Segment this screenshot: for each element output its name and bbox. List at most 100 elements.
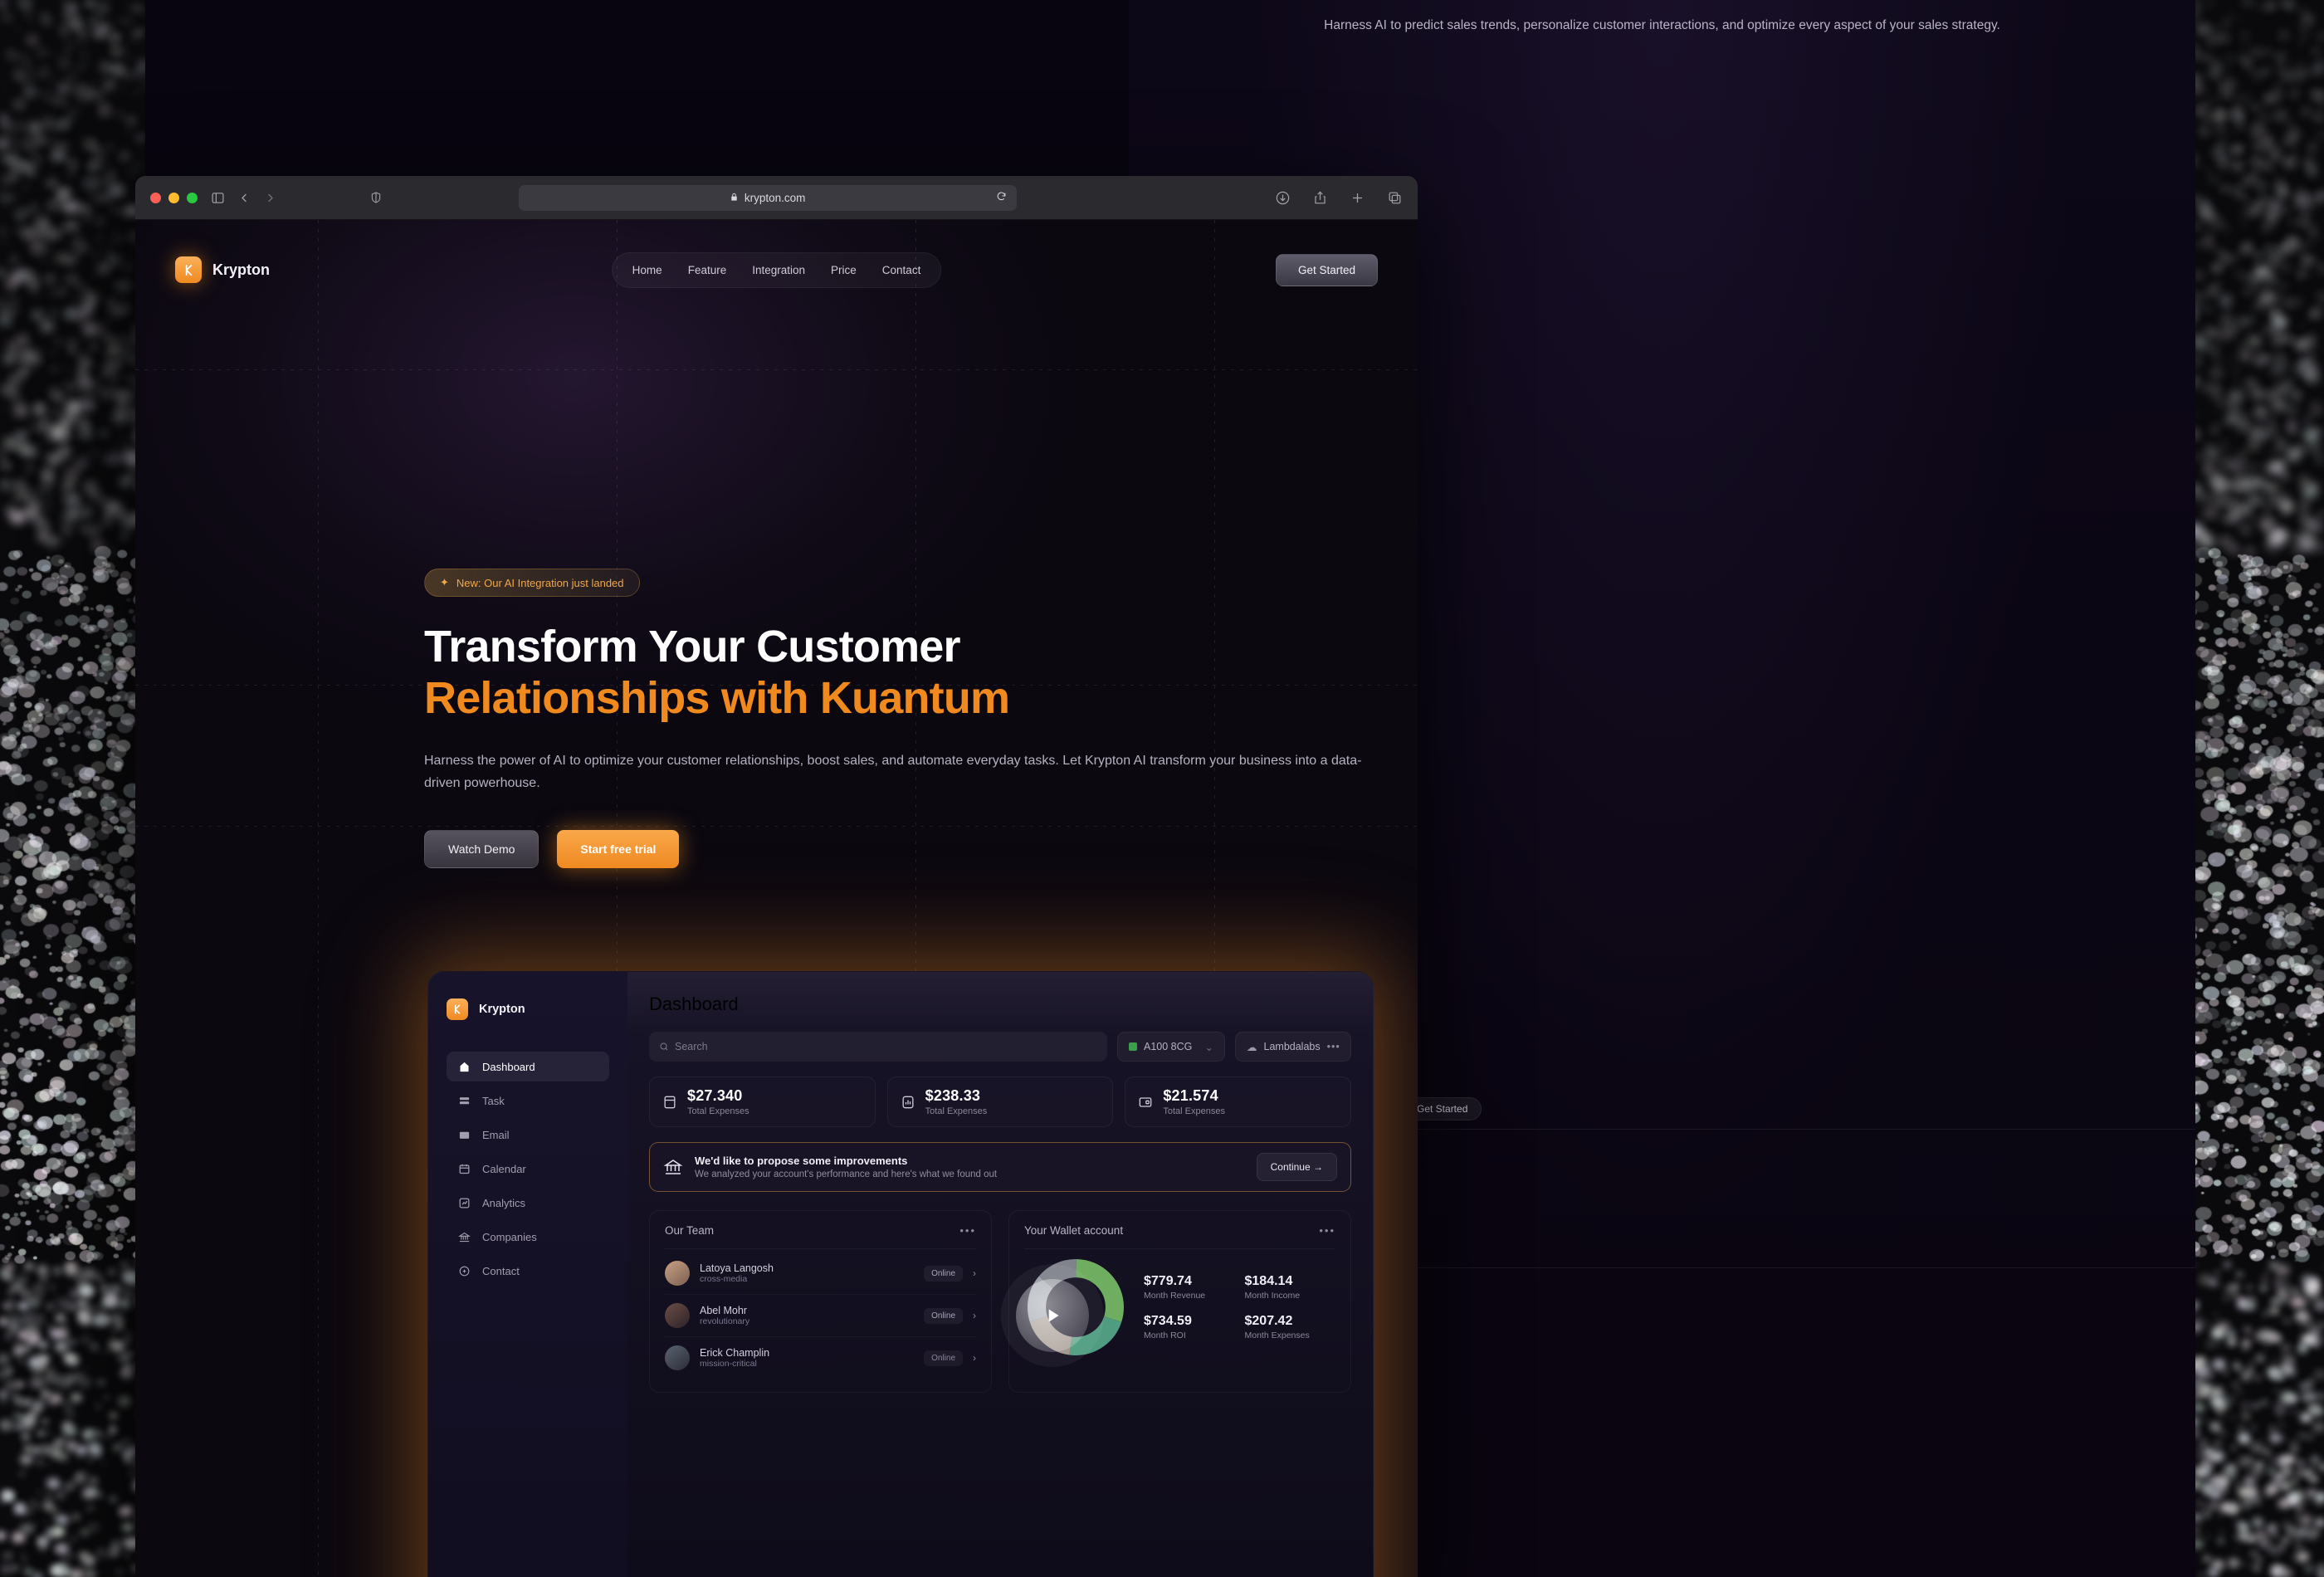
avatar [665,1261,690,1286]
chevron-right-icon[interactable]: › [973,1267,976,1279]
home-icon [457,1060,471,1073]
stat-label: Total Expenses [925,1106,988,1116]
nav-item-integration[interactable]: Integration [742,260,815,281]
more-icon[interactable]: ••• [959,1224,976,1237]
bank-icon [457,1230,471,1243]
continue-button[interactable]: Continue → [1256,1153,1337,1181]
improvement-banner: We'd like to propose some improvements W… [649,1142,1351,1192]
krypton-logo-icon [175,256,202,283]
nav-item-home[interactable]: Home [622,260,672,281]
status-badge: Online [924,1265,963,1282]
reload-icon[interactable] [996,191,1007,204]
tabs-icon[interactable] [1387,190,1403,206]
nav-links: Home Feature Integration Price Contact [611,251,942,288]
search-input[interactable]: Search [649,1032,1107,1062]
stat-value: $27.340 [687,1087,743,1104]
chevron-right-icon[interactable]: › [973,1310,976,1321]
stat-value: $21.574 [1163,1087,1218,1104]
browser-window: krypton.com Krypton Home Feature Integra… [135,176,1418,1577]
search-placeholder: Search [675,1041,708,1052]
team-member-row[interactable]: Abel Mohr revolutionary Online › [665,1295,976,1336]
site-logo[interactable]: Krypton [175,256,270,283]
list-icon [457,1094,471,1107]
hero-title-line1: Transform Your Customer [424,622,961,671]
team-title: Our Team [665,1224,715,1237]
sidebar-item-task[interactable]: Task [447,1086,609,1116]
team-card: Our Team ••• Latoya Langosh cross-media [649,1210,992,1393]
dashboard-sidebar: Krypton Dashboard Task Email Calendar An… [428,972,627,1577]
play-button[interactable] [1016,1279,1089,1352]
back-icon[interactable] [238,192,251,204]
pill-provider[interactable]: ☁ Lambdalabs ••• [1235,1032,1351,1062]
calendar-icon [457,1162,471,1175]
dashboard-mockup: Krypton Dashboard Task Email Calendar An… [427,971,1374,1577]
download-icon[interactable] [1275,190,1291,206]
hero-title-line2: Relationships with Kuantum [424,672,1010,723]
browser-chrome: krypton.com [135,176,1418,220]
more-icon[interactable]: ••• [1319,1224,1335,1237]
shield-icon[interactable] [369,191,383,204]
sidebar-icon[interactable] [211,191,225,205]
wallet-title: Your Wallet account [1024,1224,1124,1237]
contact-icon [457,1264,471,1277]
window-controls[interactable] [150,192,198,203]
background-photo-right [2191,0,2324,1577]
watch-demo-button[interactable]: Watch Demo [424,829,540,868]
site-navbar: Krypton Home Feature Integration Price C… [135,245,1418,295]
banner-subtitle: We analyzed your account's performance a… [695,1169,998,1179]
stat-label: Total Expenses [1163,1106,1225,1116]
team-member-row[interactable]: Latoya Langosh cross-media Online › [665,1252,976,1294]
sidebar-item-companies[interactable]: Companies [447,1222,609,1252]
url-text: krypton.com [744,191,806,204]
sidebar-item-help-center[interactable]: Help Center [447,1568,609,1577]
lock-icon [730,192,739,204]
hero-subtitle: Harness the power of AI to optimize your… [424,754,1362,790]
share-icon[interactable] [1312,190,1328,206]
play-icon [1048,1309,1059,1322]
hero-section: ✦ New: Our AI Integration just landed Tr… [424,569,1404,868]
hero-badge-text: New: Our AI Integration just landed [456,576,624,589]
url-bar[interactable]: krypton.com [518,184,1017,211]
forward-icon[interactable] [264,192,276,204]
status-badge: Online [924,1350,963,1366]
start-free-trial-button[interactable]: Start free trial [557,829,680,868]
dashboard-page-title: Dashboard [649,994,739,1014]
avatar [665,1345,690,1370]
page-title: Transform Your Customer Relationships wi… [424,622,1404,724]
team-member-row[interactable]: Erick Champlin mission-critical Online › [665,1337,976,1379]
sidebar-item-contact[interactable]: Contact [447,1256,609,1286]
avatar [665,1303,690,1328]
get-started-button[interactable]: Get Started [1275,253,1378,286]
stat-label: Total Expenses [687,1106,749,1116]
hero-badge[interactable]: ✦ New: Our AI Integration just landed [424,569,640,597]
nav-item-contact[interactable]: Contact [872,260,931,281]
banner-title: We'd like to propose some improvements [695,1155,908,1167]
pill-gpu[interactable]: A100 8CG ⌄ [1117,1032,1225,1062]
mail-icon [457,1128,471,1141]
chevron-right-icon[interactable]: › [973,1352,976,1364]
nav-item-price[interactable]: Price [821,260,867,281]
sidebar-item-email[interactable]: Email [447,1120,609,1150]
dashboard-logo-text: Krypton [479,1003,525,1016]
new-tab-icon[interactable] [1350,190,1365,206]
background-photo-left [0,0,145,1577]
sidebar-item-analytics[interactable]: Analytics [447,1188,609,1218]
zoom-icon [187,192,198,203]
stat-card: $27.340 Total Expenses [649,1077,876,1127]
sparkles-icon: ✦ [440,576,449,588]
stat-value: $238.33 [925,1087,981,1104]
krypton-logo-icon [447,998,468,1020]
sidebar-item-dashboard[interactable]: Dashboard [447,1052,609,1081]
stat-card: $21.574 Total Expenses [1125,1077,1352,1127]
nav-item-feature[interactable]: Feature [678,260,737,281]
minimize-icon [168,192,179,203]
stat-card: $238.33 Total Expenses [886,1077,1114,1127]
webpage: Krypton Home Feature Integration Price C… [135,220,1418,1577]
status-badge: Online [924,1307,963,1324]
chart-icon [457,1196,471,1209]
dashboard-main: Dashboard Search A100 8CG ⌄ ☁ Lambdalabs… [627,972,1373,1577]
site-logo-text: Krypton [212,261,270,278]
right-panel-intro: Harness AI to predict sales trends, pers… [1324,18,2000,32]
sidebar-item-calendar[interactable]: Calendar [447,1154,609,1184]
screenshot-root: Harness AI to predict sales trends, pers… [0,0,2324,1577]
